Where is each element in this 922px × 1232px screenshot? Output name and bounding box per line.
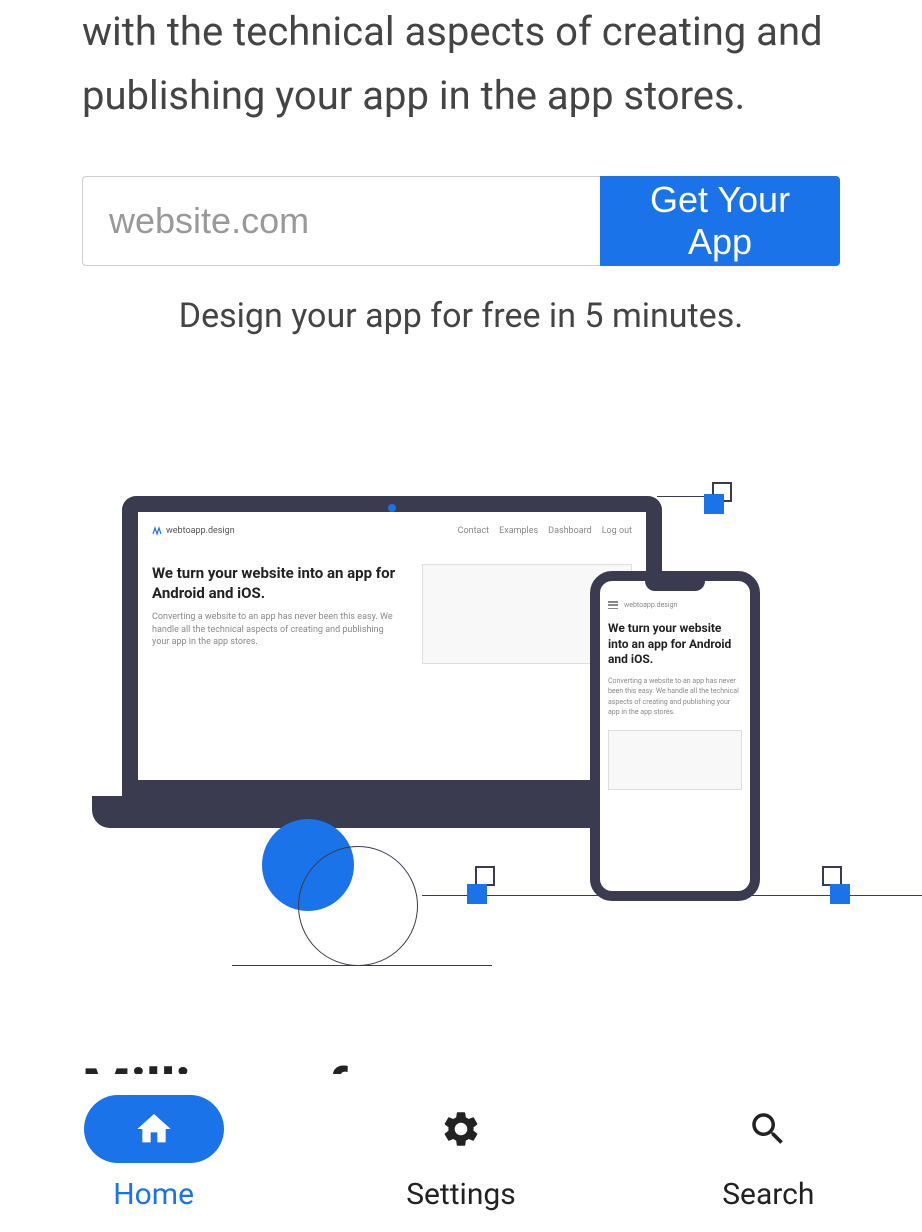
mock-heading: We turn your website into an app for And… — [152, 564, 402, 603]
hero-description: with the technical aspects of creating a… — [82, 0, 840, 128]
mock-brand: webtoapp.design — [152, 526, 235, 536]
mock-paragraph: Converting a website to an app has never… — [152, 611, 402, 649]
website-url-input[interactable] — [82, 176, 600, 266]
mock-nested-image-phone — [608, 730, 742, 790]
mock-paragraph-phone: Converting a website to an app has never… — [608, 676, 742, 718]
nav-home[interactable]: Home — [84, 1095, 224, 1212]
hamburger-icon — [608, 601, 618, 609]
search-icon — [747, 1108, 789, 1150]
laptop-mockup: webtoapp.design Contact Examples Dashboa… — [122, 496, 662, 796]
nav-search[interactable]: Search — [698, 1095, 838, 1212]
mock-heading-phone: We turn your website into an app for And… — [608, 621, 742, 668]
phone-mockup: webtoapp.design We turn your website int… — [590, 571, 760, 901]
nav-home-label: Home — [113, 1177, 194, 1212]
home-icon — [134, 1109, 174, 1149]
conversion-illustration: webtoapp.design Contact Examples Dashboa… — [82, 456, 840, 936]
mock-nav: Contact Examples Dashboard Log out — [458, 526, 632, 536]
nav-settings[interactable]: Settings — [391, 1095, 531, 1212]
nav-settings-label: Settings — [406, 1177, 516, 1212]
decor-circle-outline — [298, 846, 418, 966]
nav-search-label: Search — [722, 1177, 814, 1212]
hero-subtext: Design your app for free in 5 minutes. — [82, 296, 840, 336]
peek-heading: Millions of — [82, 1056, 348, 1074]
logo-icon — [152, 526, 162, 536]
get-your-app-button[interactable]: Get Your App — [600, 176, 840, 266]
url-input-row: Get Your App — [82, 176, 840, 266]
bottom-nav: Home Settings Search — [0, 1074, 922, 1232]
gear-icon — [440, 1108, 482, 1150]
